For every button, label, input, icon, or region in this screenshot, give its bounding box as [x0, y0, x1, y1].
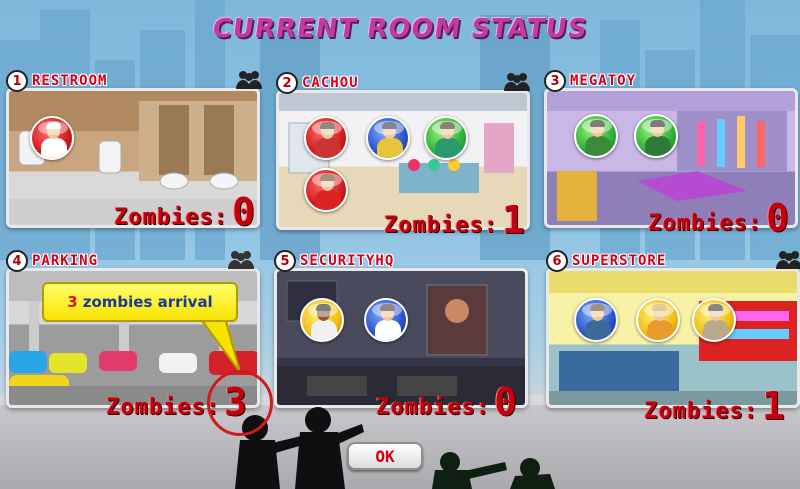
zombie-arrival-callout: 3 zombies arrival — [42, 282, 238, 322]
zombie-count-label: Zombies: 0 — [114, 190, 256, 234]
character-token[interactable] — [304, 168, 348, 212]
room-name: Parking — [32, 253, 99, 269]
zombie-count-label: Zombies: 1 — [644, 384, 786, 428]
room-card-cachou[interactable]: 2 Cachou Zombies: 1 — [276, 72, 530, 239]
callout-text: zombies arrival — [82, 293, 213, 311]
zombie-count-value: 1 — [762, 384, 786, 428]
zombie-count-value: 0 — [766, 196, 790, 240]
room-name: Megatoy — [570, 73, 637, 89]
character-token[interactable] — [30, 116, 74, 160]
room-header: 1 Restroom — [6, 68, 107, 94]
room-card-restroom[interactable]: 1 Restroom Zombies: 0 — [6, 70, 262, 231]
character-token[interactable] — [574, 114, 618, 158]
character-token[interactable] — [364, 298, 408, 342]
zombie-count-label: Zombies: 0 — [376, 380, 518, 424]
zombie-count-value: 0 — [494, 380, 518, 424]
room-header: 2 Cachou — [276, 70, 359, 96]
character-token[interactable] — [424, 116, 468, 160]
group-people-icon — [776, 251, 800, 269]
room-header: 4 Parking — [6, 248, 98, 274]
character-token[interactable] — [366, 116, 410, 160]
room-number: 5 — [274, 250, 296, 272]
room-number: 6 — [546, 250, 568, 272]
character-token[interactable] — [300, 298, 344, 342]
room-card-superstore[interactable]: 6 Superstore Zombies: 1 — [546, 250, 800, 425]
zombie-count-value: 1 — [502, 198, 526, 242]
character-token[interactable] — [634, 114, 678, 158]
room-name: Superstore — [572, 253, 667, 269]
room-name: SecurityHQ — [300, 253, 395, 269]
character-token[interactable] — [692, 298, 736, 342]
ok-button[interactable]: OK — [347, 442, 423, 470]
character-token[interactable] — [304, 116, 348, 160]
highlight-ring — [207, 370, 273, 436]
character-token[interactable] — [636, 298, 680, 342]
room-header: 5 SecurityHQ — [274, 248, 394, 274]
room-name: Restroom — [32, 73, 108, 89]
zombie-count-label: Zombies: 0 — [648, 196, 790, 240]
room-card-securityhq[interactable]: 5 SecurityHQ Zombies: 0 — [274, 250, 528, 421]
character-token[interactable] — [574, 298, 618, 342]
room-name: Cachou — [302, 75, 359, 91]
room-number: 2 — [276, 72, 298, 94]
room-header: 3 Megatoy — [544, 68, 636, 94]
zombie-count-value: 0 — [232, 190, 256, 234]
callout-count: 3 — [67, 293, 78, 311]
group-people-icon — [236, 71, 262, 89]
zombie-count-label: Zombies: 1 — [384, 198, 526, 242]
room-number: 1 — [6, 70, 28, 92]
group-people-icon — [504, 73, 530, 91]
room-number: 4 — [6, 250, 28, 272]
room-number: 3 — [544, 70, 566, 92]
group-people-icon — [228, 251, 254, 269]
page-title: Current Room Status — [210, 14, 590, 44]
room-header: 6 Superstore — [546, 248, 666, 274]
room-card-megatoy[interactable]: 3 Megatoy Zombies: 0 — [544, 70, 798, 237]
